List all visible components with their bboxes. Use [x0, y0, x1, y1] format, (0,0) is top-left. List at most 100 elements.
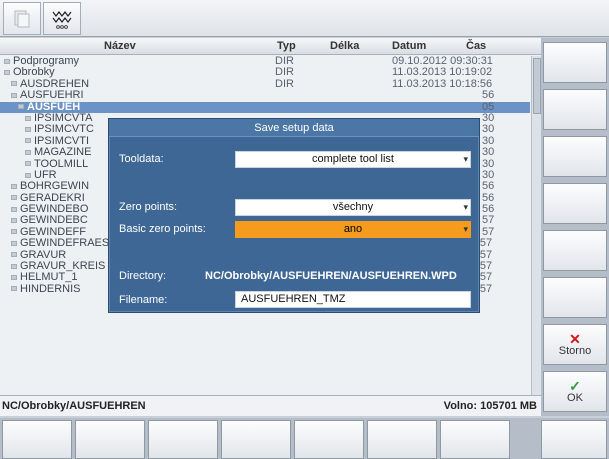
hsoftkey-1[interactable]	[2, 420, 72, 459]
folder-icon	[25, 138, 31, 144]
folder-icon	[11, 286, 17, 292]
basic-zero-points-label: Basic zero points:	[119, 223, 206, 235]
hsoftkey-5[interactable]	[294, 420, 364, 459]
column-length[interactable]: Délka	[330, 40, 359, 52]
basic-zero-points-select[interactable]: ano ▾	[235, 221, 471, 238]
hsoftkey-4[interactable]	[221, 420, 291, 459]
file-name: HELMUT_1	[20, 271, 78, 284]
folder-icon	[11, 183, 17, 189]
sinumerik-icon-button[interactable]	[43, 2, 81, 35]
softkey-3[interactable]	[543, 136, 607, 177]
hsoftkey-8[interactable]	[541, 420, 607, 459]
folder-icon	[18, 104, 24, 110]
file-name: AUSDREHEN	[20, 77, 90, 90]
hsoftkey-6[interactable]	[367, 420, 437, 459]
horizontal-softkeys	[0, 418, 609, 459]
scrollbar[interactable]	[531, 56, 541, 408]
folder-icon	[25, 161, 31, 167]
tooldata-label: Tooldata:	[119, 153, 164, 165]
file-date-cell: 30	[482, 146, 495, 159]
file-name: GEWINDEBC	[20, 214, 88, 227]
ok-label: OK	[567, 391, 583, 404]
save-setup-dialog: Save setup data Tooldata: complete tool …	[108, 118, 480, 313]
top-bar	[0, 0, 609, 37]
zero-points-select[interactable]: všechny ▾	[235, 199, 471, 216]
tooldata-select[interactable]: complete tool list ▾	[235, 151, 471, 168]
status-bar: NC/Obrobky/AUSFUEHREN Volno: 105701 MB	[0, 395, 541, 416]
free-space: Volno: 105701 MB	[443, 400, 537, 412]
file-name: GEWINDEBO	[20, 203, 89, 216]
dropdown-arrow-icon: ▾	[463, 154, 468, 164]
hsoftkey-2[interactable]	[75, 420, 145, 459]
folder-icon	[11, 92, 17, 98]
file-name: IPSIMCVTA	[34, 111, 93, 124]
current-path: NC/Obrobky/AUSFUEHREN	[2, 400, 146, 412]
filename-label: Filename:	[119, 294, 168, 306]
folder-icon	[11, 263, 17, 269]
softkey-1[interactable]	[543, 42, 607, 83]
files-icon	[14, 10, 30, 27]
ok-button[interactable]: ✓ OK	[543, 371, 607, 412]
cancel-button[interactable]: ✕ Storno	[543, 324, 607, 365]
waves-icon	[52, 10, 72, 29]
folder-icon	[11, 240, 17, 246]
folder-icon	[11, 218, 17, 224]
column-date[interactable]: Datum	[392, 40, 426, 52]
dropdown-arrow-icon: ▾	[463, 202, 468, 212]
file-name-cell: HINDERNIS	[11, 282, 81, 295]
column-type[interactable]: Typ	[277, 40, 296, 52]
folder-icon	[11, 195, 17, 201]
softkey-4[interactable]	[543, 183, 607, 224]
folder-icon	[11, 81, 17, 87]
folder-icon	[11, 275, 17, 281]
folder-icon	[25, 149, 31, 155]
dialog-title: Save setup data	[109, 119, 479, 137]
folder-icon	[25, 115, 31, 121]
hsoftkey-3[interactable]	[148, 420, 218, 459]
folder-icon	[11, 229, 17, 235]
folder-icon	[25, 172, 31, 178]
directory-label: Directory:	[119, 270, 167, 282]
folder-icon	[11, 206, 17, 212]
file-name: GEWINDEFF	[20, 225, 86, 238]
file-name: IPSIMCVTI	[34, 134, 90, 147]
file-name: GRAVUR_KREIS	[20, 260, 106, 273]
file-name: AUSFUEHRI	[20, 89, 84, 102]
file-name: TOOLMILL	[34, 157, 89, 170]
directory-value: NC/Obrobky/AUSFUEHREN/AUSFUEHREN.WPD	[205, 270, 457, 282]
softkey-2[interactable]	[543, 89, 607, 130]
file-name: IPSIMCVTC	[34, 123, 94, 136]
cancel-label: Storno	[558, 344, 592, 357]
file-name: MAGAZINE	[34, 146, 92, 159]
dropdown-arrow-icon: ▾	[463, 224, 468, 234]
vertical-softkeys: ✕ Storno ✓ OK	[541, 38, 609, 416]
red-x-icon: ✕	[569, 330, 581, 347]
table-header: Název Typ Délka Datum Čas	[0, 38, 541, 55]
file-name: HINDERNIS	[20, 282, 81, 295]
file-name: UFR	[34, 168, 57, 181]
file-tabs-icon-button[interactable]	[3, 2, 41, 35]
column-name[interactable]: Název	[104, 40, 136, 52]
file-name: Podprogramy	[13, 55, 80, 67]
file-date-cell: 56	[482, 180, 495, 193]
tooldata-value: complete tool list	[312, 153, 394, 165]
file-name: GRAVUR	[20, 248, 67, 261]
zero-points-value: všechny	[332, 201, 374, 213]
folder-icon	[11, 252, 17, 258]
file-type-cell: DIR	[275, 77, 294, 90]
column-time[interactable]: Čas	[466, 40, 486, 52]
filename-input[interactable]: AUSFUEHREN_TMZ	[235, 291, 471, 308]
hsoftkey-7[interactable]	[440, 420, 510, 459]
scrollbar-thumb[interactable]	[533, 58, 541, 114]
zero-points-label: Zero points:	[119, 201, 178, 213]
folder-icon	[4, 58, 10, 64]
folder-icon	[4, 69, 10, 75]
softkey-5[interactable]	[543, 230, 607, 271]
softkey-6[interactable]	[543, 277, 607, 318]
folder-icon	[25, 126, 31, 132]
file-name: BOHRGEWIN	[20, 180, 90, 193]
green-check-icon: ✓	[569, 377, 581, 394]
file-name: Obrobky	[13, 66, 55, 79]
basic-zero-points-value: ano	[343, 223, 363, 235]
file-date-cell: 56	[482, 89, 495, 102]
